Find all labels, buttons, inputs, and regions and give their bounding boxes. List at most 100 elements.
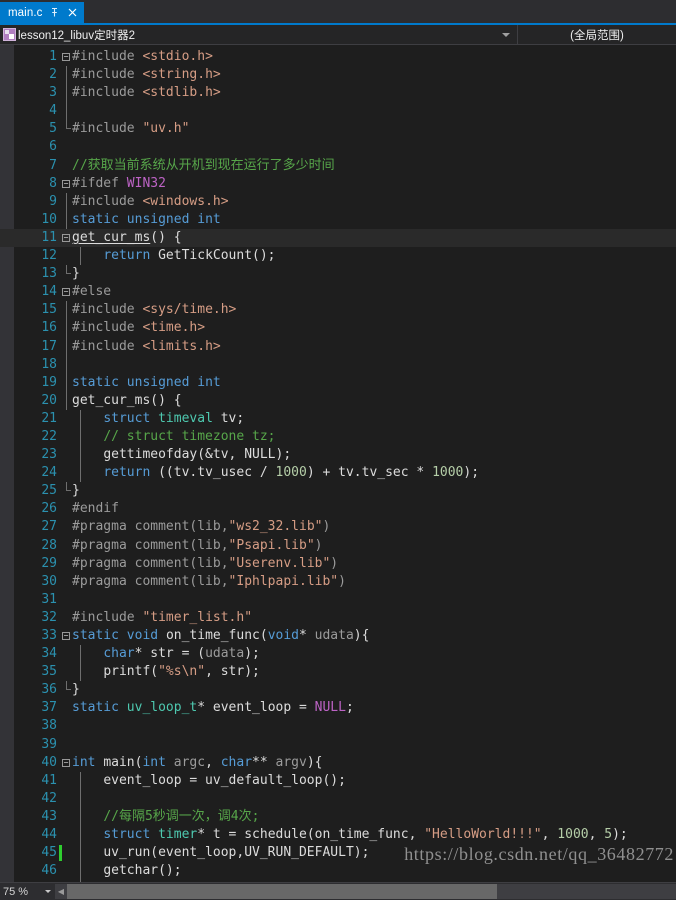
- code-text: #include <limits.h>: [72, 338, 221, 354]
- code-text: printf("%s\n", str);: [103, 664, 260, 680]
- line-number: 33: [41, 628, 57, 643]
- code-line[interactable]: 34 char* str = (udata);: [0, 645, 676, 664]
- code-text: event_loop = uv_default_loop();: [103, 772, 346, 788]
- code-line[interactable]: 4: [0, 102, 676, 121]
- code-line[interactable]: 11 get_cur_ms() {: [0, 228, 676, 248]
- scrollbar-thumb[interactable]: [67, 884, 497, 899]
- editor-tab-strip: main.c: [0, 0, 676, 25]
- line-number: 47: [0, 880, 57, 882]
- code-line[interactable]: 7 //获取当前系统从开机到现在运行了多少时间: [0, 157, 676, 175]
- code-line[interactable]: 45 uv_run(event_loop,UV_RUN_DEFAULT);: [0, 844, 676, 863]
- tab-main-c[interactable]: main.c: [0, 2, 85, 23]
- code-line[interactable]: 17 #include <limits.h>: [0, 337, 676, 356]
- close-icon[interactable]: [67, 7, 78, 18]
- code-line[interactable]: 20 get_cur_ms() {: [0, 391, 676, 410]
- horizontal-scrollbar[interactable]: ◀: [55, 884, 676, 899]
- code-line[interactable]: 26 #endif: [0, 500, 676, 518]
- fold-region-line: [66, 355, 67, 374]
- fold-region-line: [66, 102, 67, 121]
- code-line[interactable]: 46 getchar();: [0, 862, 676, 881]
- code-line[interactable]: 19 static unsigned int: [0, 373, 676, 392]
- code-line[interactable]: 42: [0, 789, 676, 808]
- line-number: 18: [41, 356, 57, 372]
- member-scope-dropdown[interactable]: (全局范围): [518, 25, 676, 44]
- code-line[interactable]: 14 #else: [0, 283, 676, 301]
- line-number: 45: [41, 845, 57, 861]
- fold-toggle-icon[interactable]: [62, 288, 70, 297]
- code-text: #pragma comment(lib,"Psapi.lib"): [72, 537, 323, 553]
- line-number: 8: [49, 175, 57, 191]
- code-lines-container[interactable]: 1#include <stdio.h>2#include <string.h>3…: [0, 45, 676, 882]
- code-line[interactable]: 29 #pragma comment(lib,"Userenv.lib"): [0, 555, 676, 573]
- code-line[interactable]: 41 event_loop = uv_default_loop();: [0, 771, 676, 790]
- line-number: 2: [49, 67, 57, 83]
- code-line[interactable]: 35 printf("%s\n", str);: [0, 663, 676, 682]
- code-line[interactable]: 10 static unsigned int: [0, 210, 676, 229]
- code-line[interactable]: 24 return ((tv.tv_usec / 1000) + tv.tv_s…: [0, 464, 676, 483]
- code-line[interactable]: 32 #include "timer_list.h": [0, 609, 676, 627]
- code-line[interactable]: 38: [0, 717, 676, 735]
- line-number: 35: [41, 664, 57, 680]
- zoom-level-combobox[interactable]: 75 %: [0, 886, 55, 898]
- code-line[interactable]: 47 return 0;: [0, 880, 676, 882]
- code-line[interactable]: 27 #pragma comment(lib,"ws2_32.lib"): [0, 518, 676, 536]
- code-line[interactable]: 40 int main(int argc, char** argv){: [0, 754, 676, 772]
- fold-region-line: [66, 210, 67, 229]
- line-number: 36: [41, 682, 57, 698]
- chevron-down-icon[interactable]: [502, 32, 510, 37]
- code-line[interactable]: 15 #include <sys/time.h>: [0, 301, 676, 320]
- code-line[interactable]: 36}: [0, 681, 676, 699]
- fold-toggle-icon[interactable]: [62, 632, 70, 640]
- pin-icon[interactable]: [49, 7, 60, 18]
- code-line[interactable]: 39: [0, 736, 676, 754]
- code-line[interactable]: 5 #include "uv.h": [0, 120, 676, 138]
- code-text: #endif: [72, 501, 119, 517]
- scroll-left-arrow-icon[interactable]: ◀: [55, 884, 67, 899]
- fold-toggle-icon[interactable]: [62, 179, 70, 188]
- code-line[interactable]: 8 #ifdef WIN32: [0, 175, 676, 193]
- code-line[interactable]: 37 static uv_loop_t* event_loop = NULL;: [0, 699, 676, 717]
- line-number: 9: [49, 193, 57, 209]
- status-bar: 75 % ◀: [0, 882, 676, 900]
- code-text: return 0;: [72, 880, 173, 882]
- code-text: // struct timezone tz;: [103, 428, 276, 444]
- fold-toggle-icon[interactable]: [62, 53, 70, 61]
- zoom-level-label: 75 %: [3, 885, 29, 898]
- code-line[interactable]: 22 // struct timezone tz;: [0, 427, 676, 447]
- code-line[interactable]: 6: [0, 138, 676, 156]
- code-line[interactable]: 13}: [0, 265, 676, 283]
- code-line[interactable]: 25}: [0, 482, 676, 500]
- fold-toggle-icon[interactable]: [62, 233, 70, 242]
- code-line[interactable]: 16 #include <time.h>: [0, 319, 676, 338]
- code-line[interactable]: 2 #include <string.h>: [0, 66, 676, 85]
- code-text: struct timeval tv;: [103, 410, 245, 426]
- code-line[interactable]: 23 gettimeofday(&tv, NULL);: [0, 446, 676, 465]
- code-line[interactable]: 1 #include <stdio.h>: [0, 48, 676, 66]
- code-text: #pragma comment(lib,"Userenv.lib"): [72, 555, 339, 571]
- project-scope-label: lesson12_libuv定时器2: [18, 29, 135, 42]
- code-line[interactable]: 21 struct timeval tv;: [0, 409, 676, 428]
- chevron-down-icon[interactable]: [45, 890, 51, 893]
- code-line[interactable]: 9 #include <windows.h>: [0, 192, 676, 211]
- code-text: }: [72, 266, 80, 282]
- line-number: 21: [41, 410, 57, 426]
- code-line[interactable]: 3 #include <stdlib.h>: [0, 84, 676, 103]
- code-line[interactable]: 18: [0, 355, 676, 374]
- line-number: 30: [41, 573, 57, 589]
- code-line[interactable]: 28 #pragma comment(lib,"Psapi.lib"): [0, 537, 676, 555]
- code-editor[interactable]: 1#include <stdio.h>2#include <string.h>3…: [0, 45, 676, 882]
- line-number: 39: [41, 736, 57, 752]
- code-line[interactable]: 31: [0, 591, 676, 609]
- line-number: 20: [41, 392, 57, 408]
- code-line[interactable]: 43 //每隔5秒调一次，调4次;: [0, 807, 676, 827]
- code-text: #include <sys/time.h>: [72, 302, 237, 318]
- code-line[interactable]: 30 #pragma comment(lib,"Iphlpapi.lib"): [0, 573, 676, 591]
- project-scope-dropdown[interactable]: lesson12_libuv定时器2: [0, 25, 518, 44]
- code-line[interactable]: 44 struct timer* t = schedule(on_time_fu…: [0, 826, 676, 845]
- line-number: 28: [41, 537, 57, 553]
- code-line[interactable]: 12 return GetTickCount();: [0, 247, 676, 266]
- code-text: gettimeofday(&tv, NULL);: [103, 447, 292, 463]
- fold-toggle-icon[interactable]: [62, 758, 70, 767]
- code-line[interactable]: 33 static void on_time_func(void* udata){: [0, 627, 676, 645]
- code-text: #include <stdlib.h>: [72, 85, 221, 101]
